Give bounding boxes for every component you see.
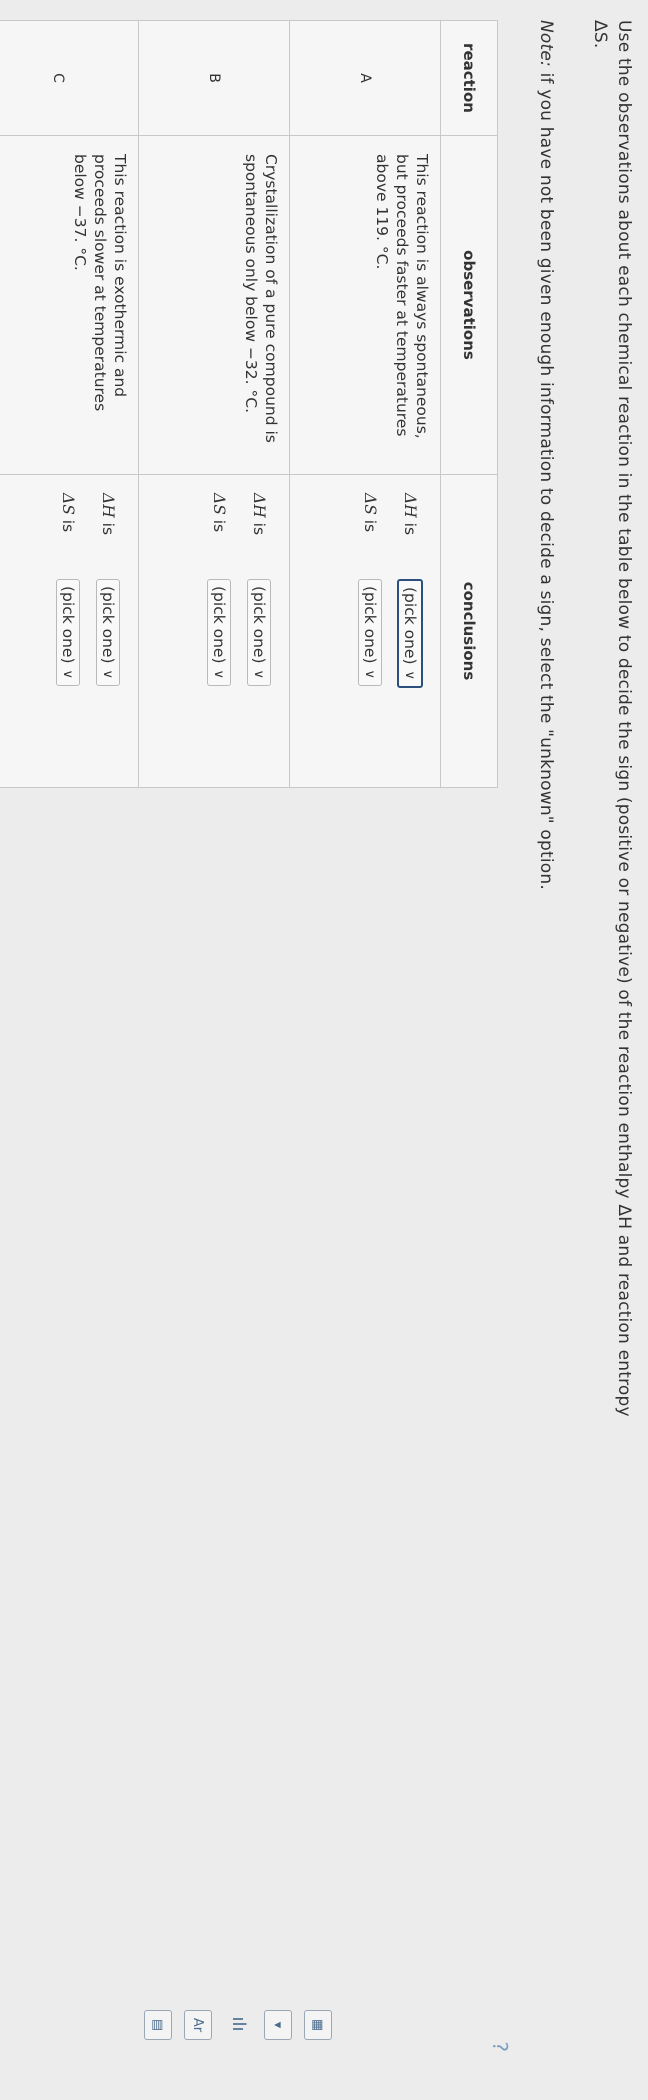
question-panel: Use the observations about each chemical…: [0, 0, 648, 2100]
instructions-text: Use the observations about each chemical…: [588, 20, 636, 1940]
delta-h-label: ΔH is: [99, 493, 117, 536]
instructions-line1: Use the observations about each chemical…: [614, 20, 634, 1417]
dropdown-icon[interactable]: ▾: [264, 2010, 292, 2040]
calculator-icon[interactable]: ▦: [304, 2010, 332, 2040]
table-row: C This reaction is exothermic and procee…: [0, 20, 139, 788]
observation-text: Crystallization of a pure compound is sp…: [138, 135, 290, 475]
conclusions-cell: ΔH is (pick one) ∨ ΔS is (pick one) ∨: [289, 474, 441, 788]
delta-h-select-b[interactable]: (pick one) ∨: [247, 579, 271, 687]
instructions-line2: ΔS.: [590, 20, 610, 49]
header-reaction: reaction: [440, 20, 498, 136]
chevron-down-icon: ∨: [362, 669, 378, 680]
reaction-label: A: [289, 20, 441, 136]
observations-table: reaction observations conclusions A This…: [0, 20, 498, 788]
note-text: Note: if you have not been given enough …: [536, 20, 556, 890]
header-observations: observations: [440, 135, 498, 475]
chevron-down-icon: ∨: [402, 670, 418, 681]
delta-s-label: ΔS is: [59, 493, 77, 533]
periodic-table-icon[interactable]: Ar: [184, 2010, 212, 2040]
observation-text: This reaction is exothermic and proceeds…: [0, 135, 139, 475]
conclusions-cell: ΔH is (pick one) ∨ ΔS is (pick one) ∨: [138, 474, 290, 788]
reaction-label: C: [0, 20, 139, 136]
table-row: B Crystallization of a pure compound is …: [138, 20, 290, 788]
chevron-down-icon: ∨: [100, 669, 116, 680]
delta-h-select-a[interactable]: (pick one) ∨: [397, 579, 423, 689]
table-row: A This reaction is always spontaneous, b…: [289, 20, 441, 788]
observation-text: This reaction is always spontaneous, but…: [289, 135, 441, 475]
chevron-down-icon: ∨: [211, 669, 227, 680]
note-prefix: Note:: [536, 20, 556, 67]
delta-s-label: ΔS is: [361, 493, 379, 533]
delta-s-select-a[interactable]: (pick one) ∨: [358, 579, 382, 687]
chevron-down-icon: ∨: [251, 669, 267, 680]
note-body: if you have not been given enough inform…: [536, 72, 556, 890]
delta-s-label: ΔS is: [210, 493, 228, 533]
help-icon[interactable]: ?: [488, 2041, 512, 2052]
delta-h-label: ΔH is: [250, 493, 268, 536]
chart-icon[interactable]: ılı: [226, 2010, 252, 2038]
conclusions-cell: ΔH is (pick one) ∨ ΔS is (pick one) ∨: [0, 474, 139, 788]
delta-s-select-c[interactable]: (pick one) ∨: [56, 579, 80, 687]
reaction-label: B: [138, 20, 290, 136]
header-conclusions: conclusions: [440, 474, 498, 788]
delta-h-label: ΔH is: [401, 493, 419, 536]
delta-h-select-c[interactable]: (pick one) ∨: [96, 579, 120, 687]
delta-s-select-b[interactable]: (pick one) ∨: [207, 579, 231, 687]
chevron-down-icon: ∨: [60, 669, 76, 680]
data-table-icon[interactable]: ▤: [144, 2010, 172, 2040]
